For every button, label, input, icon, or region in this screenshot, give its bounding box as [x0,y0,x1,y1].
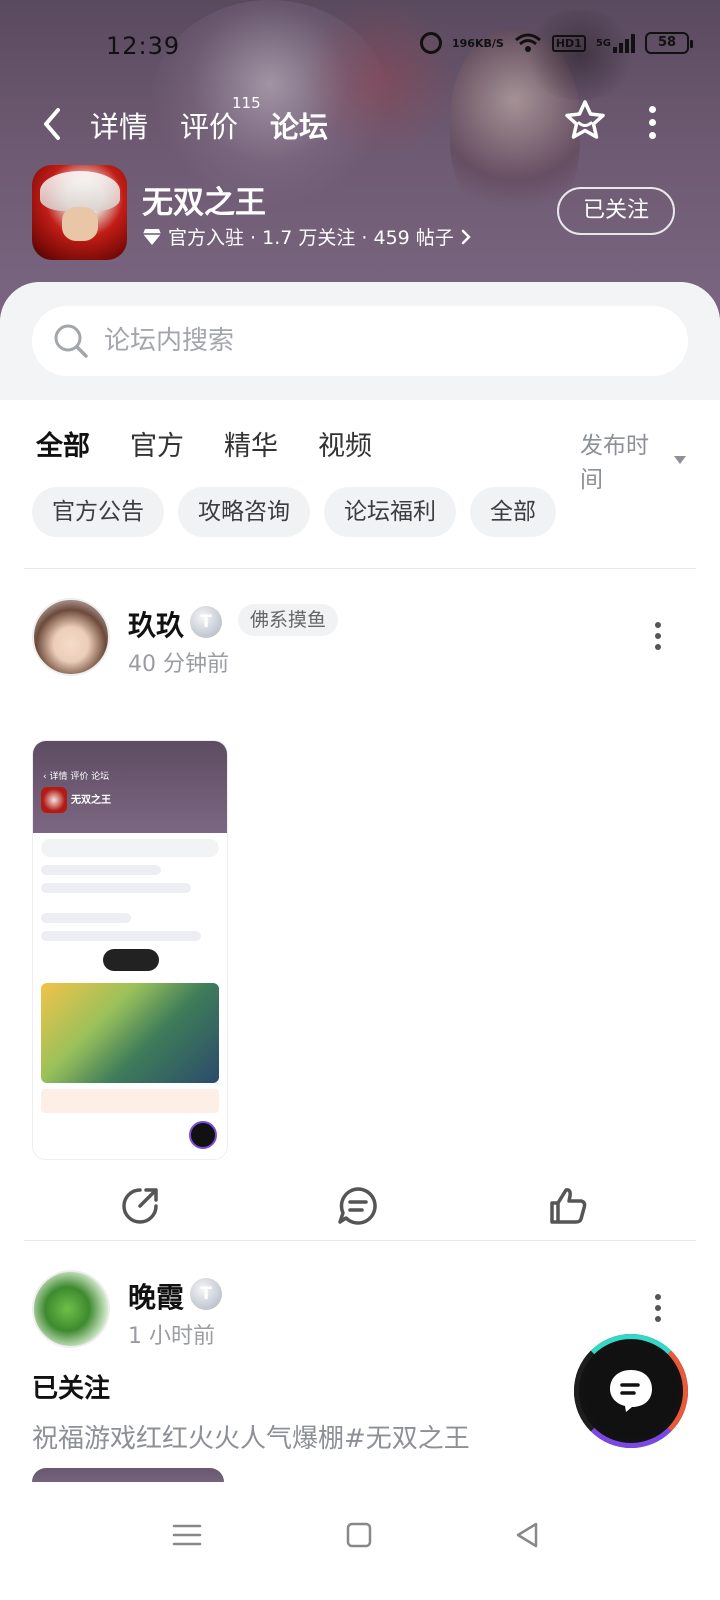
more-vertical-icon[interactable] [652,1294,664,1324]
tab-featured[interactable]: 精华 [224,424,278,463]
chevron-left-icon[interactable] [38,106,68,142]
category-tabs: 全部 官方 精华 视频 发布时间 [36,420,686,493]
level-badge: T [190,606,222,638]
back-triangle-icon[interactable] [510,1518,544,1552]
post-actions [0,1180,720,1240]
thumbs-up-icon[interactable] [546,1184,590,1228]
sort-dropdown[interactable]: 发布时间 [580,426,686,494]
share-icon[interactable] [118,1184,162,1228]
tab-forum[interactable]: 论坛 [270,104,336,152]
system-nav-bar [0,1482,720,1600]
tab-review[interactable]: 评价 [180,104,238,146]
diamond-icon [143,228,161,245]
post-time: 1 小时前 [128,1324,215,1349]
avatar[interactable] [32,1270,110,1348]
review-count-badge: 115 [232,94,261,112]
chip-welfare[interactable]: 论坛福利 [324,487,456,537]
divider [24,1240,696,1241]
game-meta[interactable]: 官方入驻 · 1.7 万关注 · 459 帖子 [142,223,472,250]
menu-icon[interactable] [170,1518,204,1552]
post-title[interactable]: 已关注 [32,1368,110,1405]
user-name[interactable]: 玖玖 [128,604,184,644]
tab-video[interactable]: 视频 [318,424,372,463]
user-name[interactable]: 晚霞 [128,1276,184,1316]
post-time: 40 分钟前 [128,652,229,677]
search-bar[interactable] [32,306,688,376]
game-icon[interactable] [32,165,127,260]
game-title[interactable]: 无双之王 [142,177,266,222]
home-icon[interactable] [342,1518,376,1552]
post-image[interactable]: ‹ 详情 评价 论坛 无双之王 [32,740,228,1160]
more-vertical-icon[interactable] [646,106,658,139]
star-icon[interactable] [562,98,608,144]
chip-guide[interactable]: 攻略咨询 [178,487,310,537]
user-tag: 佛系摸鱼 [238,604,339,636]
level-badge: T [190,1278,222,1310]
game-info: 无双之王 官方入驻 · 1.7 万关注 · 459 帖子 已关注 [32,165,692,260]
caret-down-icon [674,456,686,464]
alarm-icon [420,32,442,54]
chevron-right-icon [461,229,471,244]
follow-button[interactable]: 已关注 [557,187,675,235]
battery-icon: 58 [645,32,693,54]
comment-icon[interactable] [336,1184,380,1228]
divider [24,568,696,569]
post-body[interactable]: 祝福游戏红红火火人气爆棚#无双之王 [32,1418,470,1455]
topic-chips: 官方公告 攻略咨询 论坛福利 全部 [32,487,556,537]
post-card[interactable]: 玖玖 T 佛系摸鱼 40 分钟前 ‹ 详情 评价 论坛 无双之王 [0,592,720,1232]
tab-detail[interactable]: 详情 [90,104,148,146]
signal-icon: 5G [596,33,635,53]
hd-icon: HD1 [551,34,586,52]
tab-all[interactable]: 全部 [36,424,90,467]
forum-header: 12:39 196 KB/S HD1 5G 58 详情 评价 115 论坛 无双… [0,0,720,320]
search-input[interactable] [104,318,664,364]
wifi-icon [514,33,541,52]
search-icon [54,324,88,358]
status-bar: 12:39 196 KB/S HD1 5G 58 [0,28,720,68]
avatar[interactable] [32,598,110,676]
chip-announcement[interactable]: 官方公告 [32,487,164,537]
status-time: 12:39 [106,32,181,60]
tab-official[interactable]: 官方 [130,424,184,463]
network-speed: 196 KB/S [452,36,504,50]
compose-fab[interactable] [574,1334,688,1448]
top-nav: 详情 评价 115 论坛 [0,94,720,152]
chip-all[interactable]: 全部 [470,487,556,537]
more-vertical-icon[interactable] [652,622,664,652]
chat-bubble-icon [610,1370,652,1412]
